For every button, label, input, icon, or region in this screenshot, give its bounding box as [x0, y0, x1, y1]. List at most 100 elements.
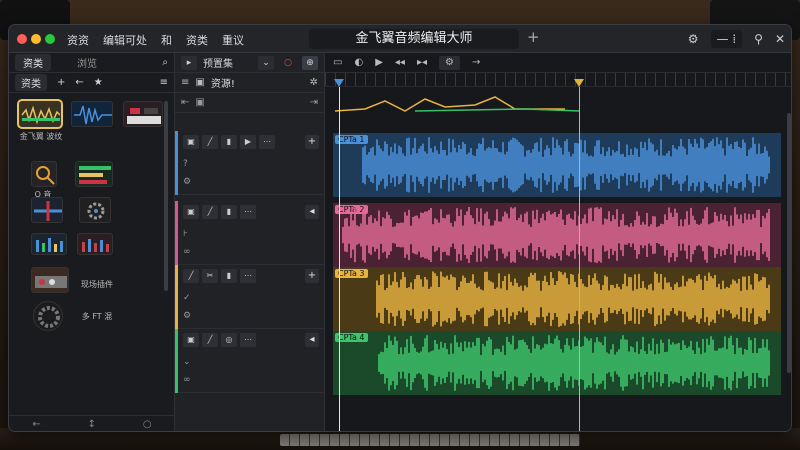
circle-icon[interactable]: ○	[143, 419, 152, 430]
thumbnail-gear-dark[interactable]	[33, 301, 63, 331]
folder-icon[interactable]: ▣	[195, 97, 204, 108]
close-window-button[interactable]	[17, 34, 27, 44]
chevron-down-icon[interactable]: ⌄	[183, 357, 191, 367]
playhead-handle[interactable]	[574, 79, 584, 87]
mute-icon[interactable]: ◎	[221, 333, 237, 347]
track-icon[interactable]: ▣	[183, 205, 199, 219]
minus-icon[interactable]: — ⁞	[710, 30, 743, 48]
check-icon[interactable]: ✓	[183, 293, 191, 303]
play-icon[interactable]: ▶	[240, 135, 256, 149]
dropdown-icon[interactable]: ⌄	[258, 55, 274, 70]
thumbnail-search-audio[interactable]	[31, 161, 57, 187]
timeline-tool[interactable]: ▭	[333, 57, 342, 68]
add-track-button[interactable]: +	[305, 269, 319, 283]
timeline-tool[interactable]: ▸◂	[417, 57, 427, 68]
clip-lane-3[interactable]: CPTa 3	[333, 267, 781, 331]
link-icon[interactable]: ∞	[183, 247, 191, 257]
timeline-tool[interactable]: ◂◂	[395, 57, 405, 68]
timeline-tool[interactable]: ⚙	[438, 55, 460, 70]
zoom-window-button[interactable]	[45, 34, 55, 44]
gear-icon[interactable]: ⚙	[183, 311, 191, 321]
browser-field[interactable]: 浏览	[77, 55, 97, 70]
thumbnail-synth-red[interactable]	[123, 101, 163, 127]
clip-lane-1[interactable]: CPTa 1	[333, 133, 781, 197]
list-icon[interactable]: ≡	[181, 77, 189, 88]
track-controls: ▣ ╱ ◎ ⋯	[183, 333, 256, 347]
more-icon[interactable]: ⋯	[259, 135, 275, 149]
preset-icon[interactable]: ▸	[181, 55, 197, 70]
thumbnail-gear-settings[interactable]	[79, 197, 111, 223]
menu-item-assets[interactable]: 资类	[186, 32, 208, 48]
gear-icon[interactable]: ⚙	[688, 32, 699, 46]
preset-label[interactable]: 预置集	[203, 55, 233, 70]
search-icon[interactable]: ⌕	[162, 57, 168, 68]
timeline-scrollbar[interactable]	[787, 113, 791, 373]
thumbnail-waveform-blue[interactable]	[71, 101, 113, 127]
track-header-4[interactable]: ▣ ╱ ◎ ⋯ ◂ ⌄ ∞	[175, 329, 325, 393]
delete-icon[interactable]: ▮	[221, 135, 237, 149]
more-icon[interactable]: ⋯	[240, 333, 256, 347]
track-header-3[interactable]: ╱ ✂ ▮ ⋯ + ✓ ⚙	[175, 265, 325, 329]
add-track-button[interactable]: +	[305, 135, 319, 149]
back-icon[interactable]: ←	[75, 77, 83, 88]
sort-icon[interactable]: ↕	[88, 419, 96, 430]
track-speaker-icon[interactable]: ◂	[305, 333, 319, 347]
cut-icon[interactable]: ✂	[202, 269, 218, 283]
thumbnail-meter-green[interactable]	[75, 161, 113, 187]
zoom-icon[interactable]: ⊕	[302, 55, 318, 70]
snowflake-icon[interactable]: ✲	[310, 77, 318, 88]
timeline-tool[interactable]: →	[472, 57, 480, 68]
new-tab-button[interactable]: +	[527, 28, 540, 46]
timeline-tool[interactable]: ▶	[375, 57, 383, 68]
minimize-window-button[interactable]	[31, 34, 41, 44]
record-icon[interactable]: ○	[280, 56, 296, 70]
clip-lane-4[interactable]: CPTa 4	[333, 331, 781, 395]
menu-item-settings[interactable]: 重议	[222, 32, 244, 48]
close-icon[interactable]: ✕	[775, 32, 785, 46]
pencil-icon[interactable]: ╱	[202, 135, 218, 149]
track-speaker-icon[interactable]: ◂	[305, 205, 319, 219]
pencil-icon[interactable]: ╱	[202, 333, 218, 347]
pencil-icon[interactable]: ╱	[183, 269, 199, 283]
thumbnail-eq-blue[interactable]	[31, 233, 67, 255]
thumbnail-hardware-unit[interactable]	[31, 267, 69, 293]
browser-scrollbar[interactable]	[164, 101, 168, 291]
browser-category-button[interactable]: 资类	[15, 74, 47, 91]
clip-lane-2[interactable]: CPTa 2	[333, 203, 781, 267]
expand-icon[interactable]: ⇥	[310, 97, 318, 108]
menu-item-edit[interactable]: 编辑可处	[103, 32, 147, 48]
track-header-2[interactable]: ▣ ╱ ▮ ⋯ ◂ ⊦ ∞	[175, 201, 325, 265]
browser-tab[interactable]: 资类	[15, 54, 51, 71]
delete-icon[interactable]: ▮	[221, 269, 237, 283]
start-marker-handle[interactable]	[334, 79, 344, 87]
track-icon[interactable]: ▣	[183, 333, 199, 347]
gear-icon[interactable]: ⚙	[183, 177, 191, 187]
split-icon[interactable]: ⊦	[183, 229, 191, 239]
back-icon[interactable]: ←	[32, 419, 40, 430]
filter-icon[interactable]: ≡	[160, 77, 168, 88]
playhead[interactable]	[579, 87, 580, 431]
link-icon[interactable]: ∞	[183, 375, 191, 385]
track-header-1[interactable]: ▣ ╱ ▮ ▶ ⋯ + ? ⚙	[175, 131, 325, 195]
menu-item-file[interactable]: 资资	[67, 32, 89, 48]
track-controls: ╱ ✂ ▮ ⋯	[183, 269, 256, 283]
star-icon[interactable]: ★	[94, 77, 103, 88]
delete-icon[interactable]: ▮	[221, 205, 237, 219]
add-icon[interactable]: +	[57, 77, 65, 88]
pin-icon[interactable]: ⚲	[754, 32, 763, 46]
timeline-tool[interactable]: ◐	[354, 57, 363, 68]
thumbnail-mixer-blue[interactable]	[31, 197, 63, 223]
start-marker[interactable]	[339, 87, 340, 431]
thumbnail-eq-red[interactable]	[77, 233, 113, 255]
help-icon[interactable]: ?	[183, 159, 191, 169]
more-icon[interactable]: ⋯	[240, 205, 256, 219]
pencil-icon[interactable]: ╱	[202, 205, 218, 219]
track-icon[interactable]: ▣	[183, 135, 199, 149]
more-icon[interactable]: ⋯	[240, 269, 256, 283]
menu-item-and[interactable]: 和	[161, 32, 172, 48]
collapse-icon[interactable]: ⇤	[181, 97, 189, 108]
folder-icon[interactable]: ▣	[195, 77, 204, 88]
time-ruler[interactable]	[325, 73, 791, 87]
thumbnail-waveform-gold[interactable]	[17, 99, 63, 129]
menu-bar: 资资 编辑可处 和 资类 重议	[67, 32, 244, 48]
